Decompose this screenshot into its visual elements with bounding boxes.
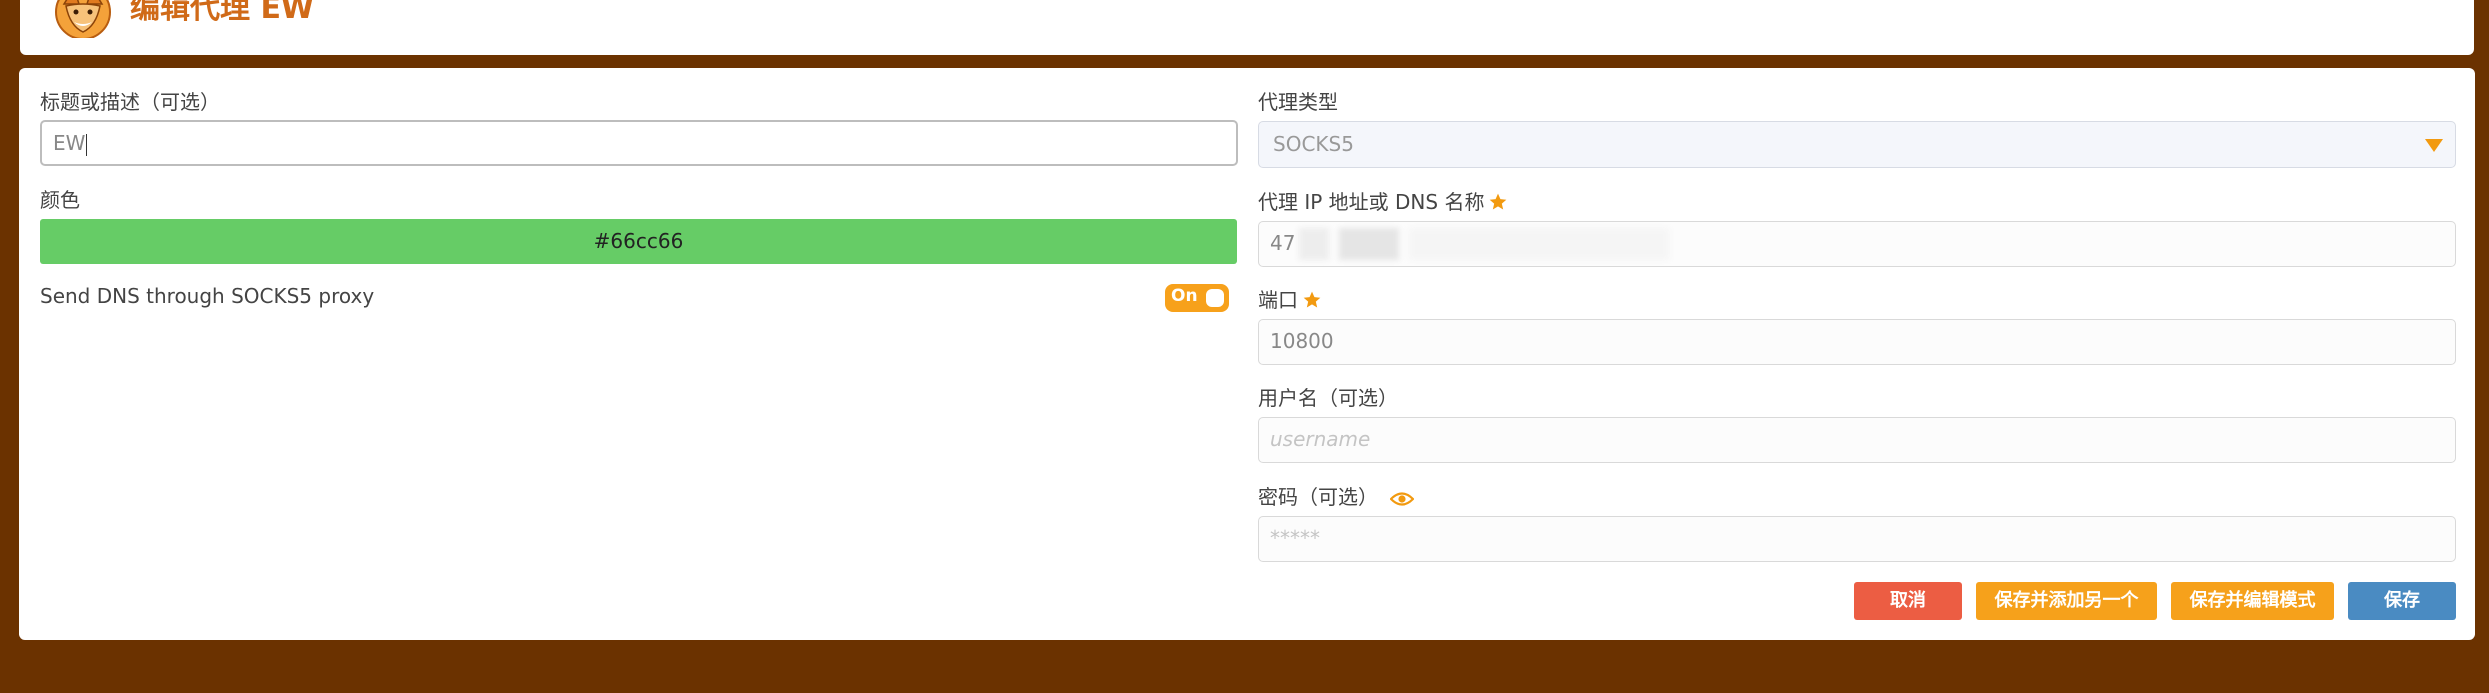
password-label-text: 密码（可选） [1258,485,1378,509]
redacted-host-part [1299,228,1329,260]
dns-socks5-toggle[interactable]: On [1165,284,1229,312]
port-label-text: 端口 [1258,288,1298,312]
password-label: 密码（可选） [1258,485,1415,513]
username-input[interactable]: username [1258,417,2456,463]
dns-socks5-label: Send DNS through SOCKS5 proxy [40,284,375,308]
required-star-icon [1302,290,1322,315]
proxy-type-select[interactable]: SOCKS5 [1258,121,2456,168]
password-placeholder: ***** [1270,526,1320,550]
save-and-add-another-button[interactable]: 保存并添加另一个 [1976,582,2157,620]
proxy-type-label: 代理类型 [1258,90,1338,114]
color-label: 颜色 [40,188,80,212]
color-value: #66cc66 [593,229,684,253]
port-input[interactable]: 10800 [1258,319,2456,365]
toggle-knob [1206,289,1224,307]
proxy-type-value: SOCKS5 [1273,132,1354,156]
username-label: 用户名（可选） [1258,386,1398,410]
redacted-host-part [1339,228,1399,260]
required-star-icon [1488,192,1508,217]
port-label: 端口 [1258,288,1322,315]
foxyproxy-logo-icon [52,0,114,38]
toggle-state-label: On [1171,286,1198,306]
host-input-value: 47 [1270,231,1296,255]
host-label: 代理 IP 地址或 DNS 名称 [1258,190,1508,217]
title-label: 标题或描述（可选） [40,90,220,114]
text-caret [86,133,88,156]
save-button[interactable]: 保存 [2348,582,2456,620]
username-placeholder: username [1270,427,1371,451]
redacted-host-part [1409,228,1669,260]
save-and-edit-patterns-button[interactable]: 保存并编辑模式 [2171,582,2334,620]
page-title: 编辑代理 EW [130,0,315,26]
cancel-button[interactable]: 取消 [1854,582,1962,620]
caret-down-icon [2425,139,2443,152]
host-input[interactable]: 47 [1258,221,2456,267]
show-password-eye-icon[interactable] [1389,489,1415,513]
password-input[interactable]: ***** [1258,516,2456,562]
page-header: 编辑代理 EW [20,0,2474,55]
host-label-text: 代理 IP 地址或 DNS 名称 [1258,190,1485,214]
color-picker[interactable]: #66cc66 [40,219,1237,264]
title-input[interactable]: EW [40,120,1238,166]
port-input-value: 10800 [1270,329,1334,353]
title-input-value: EW [53,131,86,155]
